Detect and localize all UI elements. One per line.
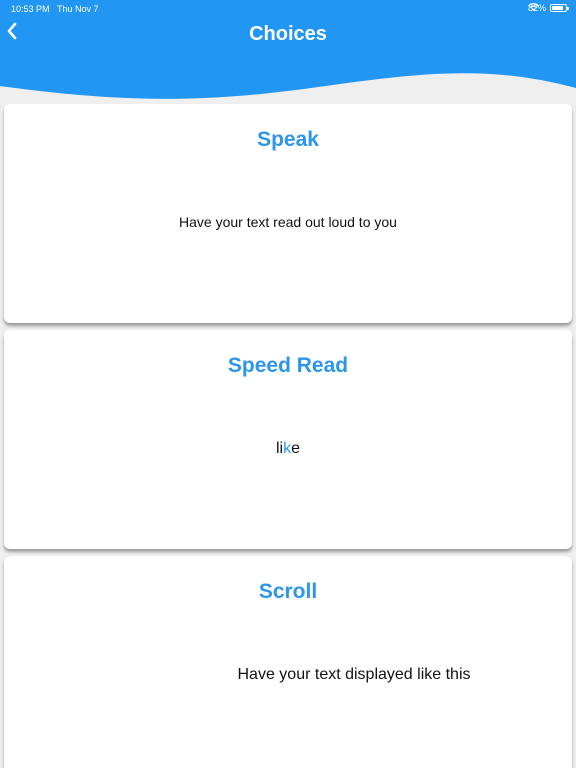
speak-card-description: Have your text read out loud to you [179, 214, 397, 230]
scroll-card-description: Have your text displayed like this [237, 666, 471, 683]
scroll-card-title: Scroll [258, 580, 318, 603]
header-bar: 10:53 PM Thu Nov 7 82% Choices [0, 0, 576, 110]
status-time: 10:53 PM [11, 4, 50, 14]
status-bar: 10:53 PM Thu Nov 7 82% [0, 0, 576, 18]
wifi-icon [528, 3, 539, 11]
sample-word-focus-letter: k [283, 440, 292, 457]
page-title: Choices [249, 23, 327, 45]
speed-read-card[interactable]: Speed Read like [4, 330, 572, 549]
status-indicators: 82% [528, 3, 569, 13]
choices-screen: 10:53 PM Thu Nov 7 82% Choices Speak Hav… [0, 0, 576, 768]
speed-read-sample-word: like [4, 440, 572, 458]
speak-card-title: Speak [257, 128, 319, 151]
battery-fill [552, 6, 563, 10]
sample-word-end: e [291, 440, 300, 457]
battery-icon [550, 4, 569, 12]
scroll-card[interactable]: Scroll Have your text displayed like thi… [4, 556, 572, 768]
speak-card[interactable]: Speak Have your text read out loud to yo… [4, 104, 572, 323]
status-date: Thu Nov 7 [57, 4, 99, 14]
speed-read-card-title: Speed Read [227, 354, 349, 377]
battery-nub [567, 7, 569, 10]
